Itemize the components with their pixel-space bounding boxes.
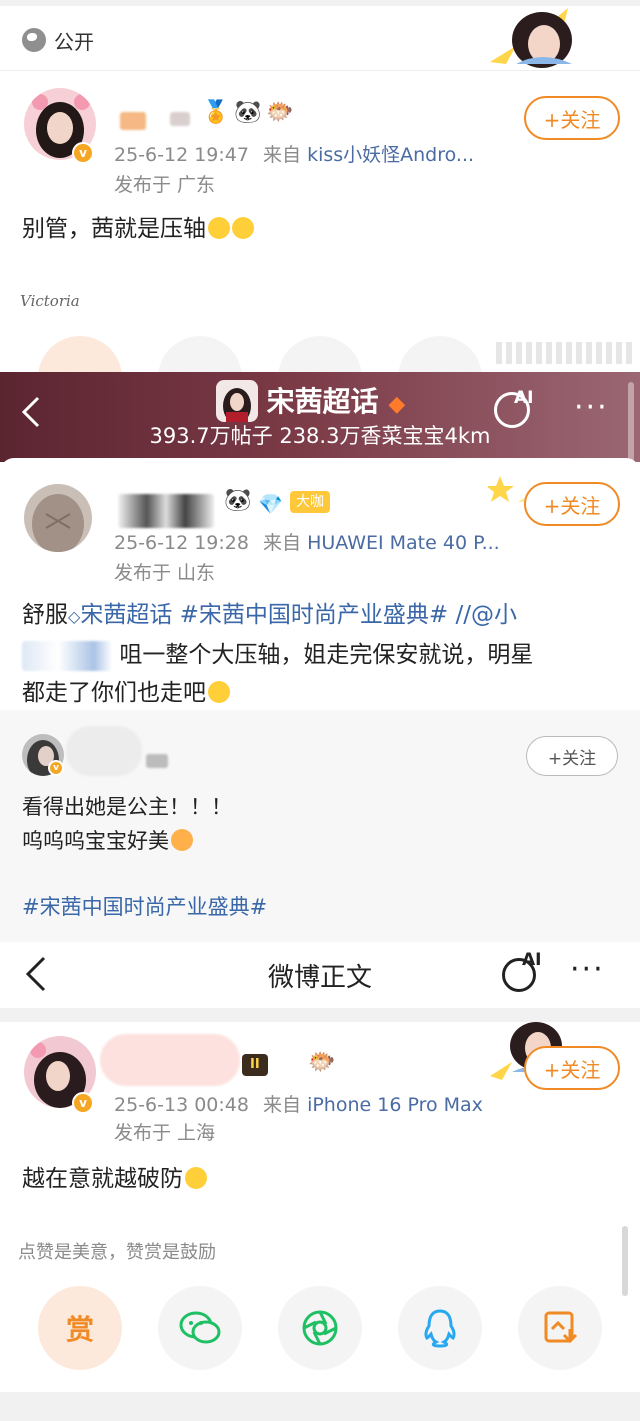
diamond-icon: ◇ <box>68 607 81 626</box>
page: 公开 v 🏅 🐼 🐡 +关注 25-6-12 19:47 来自 kiss小妖怪A… <box>0 0 640 1421</box>
wechat-icon <box>179 1311 221 1344</box>
save-image-button[interactable] <box>518 1286 602 1370</box>
reward-label: 赏 <box>65 1313 94 1346</box>
visibility-indicator[interactable]: 公开 <box>22 26 94 54</box>
follow-button[interactable]: +关注 <box>526 736 618 776</box>
post-location: 发布于 山东 <box>114 562 216 584</box>
repost-comment: v +关注 看得出她是公主！！！ 呜呜呜宝宝好美 #宋茜中国时尚产业盛典# <box>0 710 640 942</box>
post-from: 来自 <box>263 532 302 554</box>
vip-badge: 大咖 <box>290 491 330 513</box>
blurred-username <box>118 494 214 528</box>
post-source[interactable]: kiss小妖怪Andro... <box>307 144 474 166</box>
comment-text: 看得出她是公主！！！ 呜呜呜宝宝好美 <box>22 795 232 853</box>
post-meta: 25-6-12 19:47 来自 kiss小妖怪Andro... <box>114 140 474 167</box>
post-time: 25-6-12 19:47 <box>114 144 249 166</box>
qq-share-button[interactable] <box>398 1286 482 1370</box>
loading-indicator <box>496 342 636 364</box>
mention-link[interactable]: //@小 <box>455 602 517 628</box>
fish-icon: 🐡 <box>266 100 294 125</box>
grin-emoji-icon <box>208 217 230 239</box>
post-meta: 25-6-12 19:28 来自 HUAWEI Mate 40 P... <box>114 528 500 555</box>
blurred-username <box>100 1034 240 1086</box>
wechat-share-button[interactable] <box>158 1286 242 1370</box>
reward-button[interactable]: 赏 <box>38 1286 122 1370</box>
moments-icon <box>302 1310 338 1346</box>
scrollbar[interactable] <box>628 382 634 462</box>
post-section-2: 🐼 💎 大咖 +关注 25-6-12 19:28 来自 HUAWEI Mate … <box>0 458 640 710</box>
nav-bar: 微博正文 AI ··· <box>0 942 640 1008</box>
bottom-divider <box>0 1392 640 1421</box>
post-time: 25-6-12 19:28 <box>114 532 249 554</box>
globe-icon <box>22 28 46 52</box>
moments-share-button[interactable] <box>278 1286 362 1370</box>
blurred-mention <box>22 640 112 671</box>
follow-button[interactable]: +关注 <box>524 96 620 140</box>
save-image-icon <box>544 1311 578 1344</box>
topic-title: 宋茜超话 ◆ <box>266 385 406 418</box>
more-icon[interactable]: ··· <box>574 390 609 425</box>
follow-button[interactable]: +关注 <box>524 482 620 526</box>
diamond-icon: ◆ <box>388 392 406 417</box>
verified-badge-icon: v <box>72 1092 94 1114</box>
post-from: 来自 <box>263 144 302 166</box>
topic-stats: 393.7万帖子 238.3万香菜宝宝4km <box>149 424 491 448</box>
level-badge: II <box>242 1054 268 1076</box>
ai-label: AI <box>522 950 542 970</box>
post-from: 来自 <box>263 1094 302 1116</box>
post-source[interactable]: HUAWEI Mate 40 P... <box>307 532 500 554</box>
super-topic-link[interactable]: ◇宋茜超话 <box>68 602 172 628</box>
post-text: 越在意就越破防 <box>22 1160 207 1198</box>
reward-tip: 点赞是美意，赞赏是鼓励 <box>18 1242 216 1263</box>
qq-icon <box>424 1309 456 1348</box>
hashtag-link[interactable]: #宋茜中国时尚产业盛典# <box>22 888 267 926</box>
medal-icon: 🏅 <box>202 100 230 125</box>
gem-icon: 💎 <box>258 492 283 516</box>
post-section-1: 公开 v 🏅 🐼 🐡 +关注 25-6-12 19:47 来自 kiss小妖怪A… <box>0 0 640 420</box>
fish-icon: 🐡 <box>308 1050 336 1075</box>
post-meta: 25-6-13 00:48 来自 iPhone 16 Pro Max <box>114 1090 483 1117</box>
section-divider <box>0 1008 640 1022</box>
decorative-character-icon <box>490 8 572 68</box>
divider <box>0 70 640 71</box>
verified-badge-icon: v <box>48 760 64 776</box>
post-source[interactable]: iPhone 16 Pro Max <box>307 1094 483 1116</box>
post-location: 发布于 广东 <box>114 174 216 196</box>
verified-badge-icon: v <box>72 142 94 164</box>
page-title: 微博正文 <box>267 963 372 993</box>
topic-header: 宋茜超话 ◆ 393.7万帖子 238.3万香菜宝宝4km AI ··· <box>0 372 640 462</box>
heart-eyes-emoji-icon <box>171 829 193 851</box>
panda-icon: 🐼 <box>234 100 262 125</box>
panda-icon: 🐼 <box>224 488 252 513</box>
follow-button[interactable]: +关注 <box>524 1046 620 1090</box>
post-text: 别管，茜就是压轴 <box>22 210 254 248</box>
scrollbar[interactable] <box>622 1226 628 1296</box>
signature: Victoria <box>20 292 80 310</box>
post-text: 舒服◇宋茜超话 #宋茜中国时尚产业盛典# //@小 咀一整个大压轴，姐走完保安就… <box>22 602 534 706</box>
ai-label: AI <box>514 388 534 408</box>
hashtag-link[interactable]: #宋茜中国时尚产业盛典# <box>180 602 449 628</box>
post-location: 发布于 上海 <box>114 1122 216 1144</box>
grin-emoji-icon <box>208 681 230 703</box>
user-avatar[interactable] <box>24 484 92 552</box>
tongue-emoji-icon <box>185 1167 207 1189</box>
blurred-username <box>66 726 142 776</box>
grin-emoji-icon <box>232 217 254 239</box>
visibility-label: 公开 <box>54 29 94 54</box>
blurred-username <box>120 112 146 130</box>
post-time: 25-6-13 00:48 <box>114 1094 249 1116</box>
more-icon[interactable]: ··· <box>570 952 605 987</box>
